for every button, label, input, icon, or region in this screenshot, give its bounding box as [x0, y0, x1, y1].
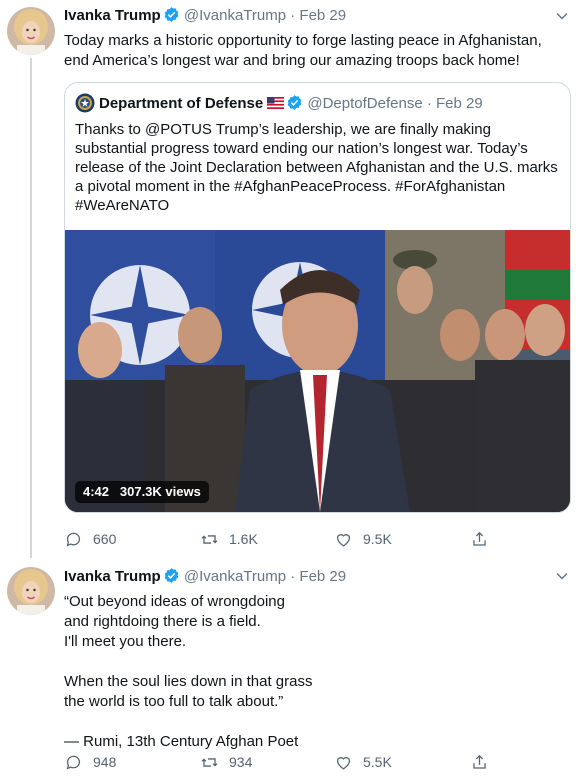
share-icon	[473, 754, 486, 769]
retweet-button[interactable]: 1.6K	[200, 527, 258, 551]
us-flag-icon	[267, 95, 285, 109]
like-count: 9.5K	[363, 531, 392, 547]
heart-icon	[336, 533, 351, 547]
video-player[interactable]: 4:42 307.3K views	[65, 230, 570, 512]
video-stats-badge: 4:42 307.3K views	[75, 481, 209, 503]
retweet-count: 934	[229, 754, 253, 770]
avatar[interactable]	[7, 7, 55, 55]
verified-icon	[163, 6, 180, 23]
video-views: 307.3K views	[119, 484, 201, 499]
tweet[interactable]: Ivanka Trump @IvankaTrump · Feb 29 Today…	[0, 0, 581, 558]
avatar[interactable]	[7, 567, 55, 615]
quoted-tweet-text: Thanks to @POTUS Trump’s leadership, we …	[75, 121, 558, 214]
like-button[interactable]: 5.5K	[334, 750, 392, 774]
department-of-defense-logo-icon	[75, 93, 95, 113]
author-name[interactable]: Ivanka Trump	[64, 568, 161, 585]
video-duration: 4:42	[83, 484, 110, 499]
retweet-icon	[201, 757, 218, 767]
tweet-actions: 948 934 5.5K	[64, 750, 534, 774]
like-button[interactable]: 9.5K	[334, 527, 392, 551]
share-icon	[473, 531, 486, 546]
separator-dot: ·	[290, 7, 296, 24]
tweet-header: Ivanka Trump @IvankaTrump · Feb 29	[64, 567, 346, 587]
retweet-icon	[201, 534, 218, 544]
separator-dot: ·	[290, 568, 296, 585]
author-name[interactable]: Ivanka Trump	[64, 7, 161, 24]
verified-icon	[163, 567, 180, 584]
tweet-text: Today marks a historic opportunity to fo…	[64, 32, 542, 69]
heart-icon	[336, 756, 351, 770]
quoted-tweet-header: Department of Defense @DeptofDefense · F…	[75, 93, 483, 114]
retweet-count: 1.6K	[229, 531, 258, 547]
reply-icon	[66, 755, 81, 770]
like-count: 5.5K	[363, 754, 392, 770]
quoted-tweet[interactable]: Department of Defense @DeptofDefense · F…	[64, 82, 571, 513]
tweet-header: Ivanka Trump @IvankaTrump · Feb 29	[64, 6, 346, 26]
author-handle: @IvankaTrump	[183, 568, 287, 585]
chevron-down-icon[interactable]	[555, 9, 569, 23]
author-handle: @IvankaTrump	[183, 7, 287, 24]
tweet[interactable]: Ivanka Trump @IvankaTrump · Feb 29 “Out …	[0, 555, 581, 780]
share-button[interactable]	[470, 527, 499, 551]
quoted-author-handle: @DeptofDefense	[307, 95, 423, 112]
tweet-date[interactable]: Feb 29	[299, 7, 346, 24]
tweet-text: “Out beyond ideas of wrongdoing and righ…	[64, 593, 313, 750]
retweet-button[interactable]: 934	[200, 750, 252, 774]
reply-icon	[66, 532, 81, 547]
tweet-date[interactable]: Feb 29	[299, 568, 346, 585]
thread-connector	[30, 58, 32, 558]
reply-button[interactable]: 660	[64, 527, 116, 551]
reply-count: 660	[93, 531, 117, 547]
reply-button[interactable]: 948	[64, 750, 116, 774]
share-button[interactable]	[470, 750, 499, 774]
tweet-actions: 660 1.6K 9.5K	[64, 527, 534, 551]
reply-count: 948	[93, 754, 117, 770]
separator-dot: ·	[426, 95, 432, 112]
video-thumbnail	[65, 230, 570, 512]
quoted-tweet-date[interactable]: Feb 29	[436, 95, 483, 112]
chevron-down-icon[interactable]	[555, 569, 569, 583]
verified-icon	[286, 94, 303, 111]
quoted-author-name[interactable]: Department of Defense	[99, 95, 263, 112]
